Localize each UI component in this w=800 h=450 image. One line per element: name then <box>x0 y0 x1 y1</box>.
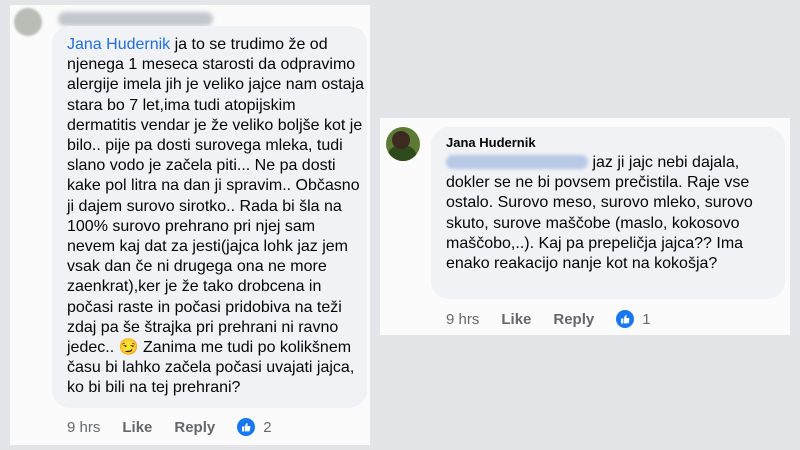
right-comment-body: jaz ji jajc nebi dajala, dokler se ne bi… <box>446 153 781 274</box>
reply-button[interactable]: Reply <box>553 311 594 328</box>
reply-button[interactable]: Reply <box>174 419 215 436</box>
thumbs-up-icon[interactable] <box>237 418 256 436</box>
left-comment-actions: 9 hrs Like Reply 2 <box>67 418 272 436</box>
reaction-count[interactable]: 2 <box>263 419 271 436</box>
author-avatar[interactable] <box>386 127 420 161</box>
right-comment-actions: 9 hrs Like Reply 1 <box>446 310 651 328</box>
like-button[interactable]: Like <box>122 419 152 436</box>
left-comment-text: ja to se trudimo že od njenega 1 meseca … <box>67 36 365 397</box>
left-commenter-avatar[interactable] <box>14 8 42 36</box>
like-button[interactable]: Like <box>501 311 531 328</box>
right-comment-text: jaz ji jajc nebi dajala, dokler se ne bi… <box>446 154 753 273</box>
comment-author-name[interactable]: Jana Hudernik <box>446 135 536 150</box>
comment-timestamp[interactable]: 9 hrs <box>67 419 100 436</box>
left-comment-body: Jana Hudernik ja to se trudimo že od nje… <box>67 35 367 399</box>
comment-timestamp[interactable]: 9 hrs <box>446 311 479 328</box>
redacted-mention <box>446 155 588 169</box>
mention-link[interactable]: Jana Hudernik <box>67 36 170 53</box>
thumbs-up-icon[interactable] <box>616 310 635 328</box>
redacted-name <box>58 12 213 26</box>
reaction-count[interactable]: 1 <box>642 311 650 328</box>
